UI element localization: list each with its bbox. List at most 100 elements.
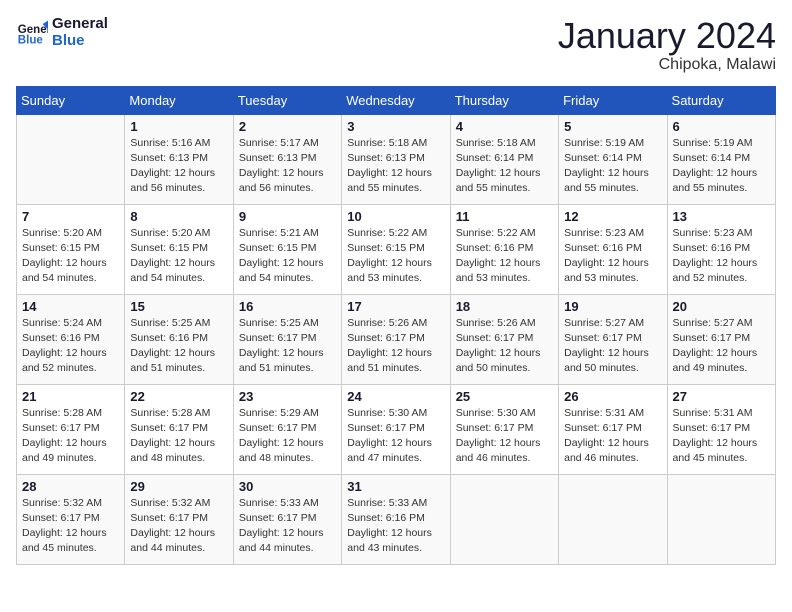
calendar-day-cell: 8Sunrise: 5:20 AM Sunset: 6:15 PM Daylig… — [125, 204, 233, 294]
day-info: Sunrise: 5:20 AM Sunset: 6:15 PM Dayligh… — [22, 226, 119, 287]
day-info: Sunrise: 5:21 AM Sunset: 6:15 PM Dayligh… — [239, 226, 336, 287]
day-number: 30 — [239, 479, 336, 494]
day-info: Sunrise: 5:25 AM Sunset: 6:16 PM Dayligh… — [130, 316, 227, 377]
calendar-day-cell: 13 Sunrise: 5:23 AM Sunset: 6:16 PM Dayli… — [667, 204, 775, 294]
calendar-table: SundayMondayTuesdayWednesdayThursdayFrid… — [16, 86, 776, 565]
calendar-day-cell — [450, 474, 558, 564]
calendar-day-cell: 16Sunrise: 5:25 AM Sunset: 6:17 PM Dayli… — [233, 294, 341, 384]
day-info: Sunrise: 5:28 AM Sunset: 6:17 PM Dayligh… — [22, 406, 119, 467]
day-number: 24 — [347, 389, 444, 404]
day-info: Sunrise: 5:18 AM Sunset: 6:13 PM Dayligh… — [347, 136, 444, 197]
day-info: Sunrise: 5:31 AM Sunset: 6:17 PM Dayligh… — [673, 406, 770, 467]
calendar-day-cell: 6Sunrise: 5:19 AM Sunset: 6:14 PM Daylig… — [667, 114, 775, 204]
day-number: 6 — [673, 119, 770, 134]
calendar-day-cell: 18 Sunrise: 5:26 AM Sunset: 6:17 PM Dayli… — [450, 294, 558, 384]
calendar-day-cell: 24 Sunrise: 5:30 AM Sunset: 6:17 PM Dayli… — [342, 384, 450, 474]
calendar-day-cell: 25 Sunrise: 5:30 AM Sunset: 6:17 PM Dayli… — [450, 384, 558, 474]
calendar-header-cell: Thursday — [450, 86, 558, 114]
calendar-day-cell: 7Sunrise: 5:20 AM Sunset: 6:15 PM Daylig… — [17, 204, 125, 294]
day-number: 5 — [564, 119, 661, 134]
calendar-day-cell: 28Sunrise: 5:32 AM Sunset: 6:17 PM Dayli… — [17, 474, 125, 564]
calendar-header-cell: Saturday — [667, 86, 775, 114]
calendar-body: 1Sunrise: 5:16 AM Sunset: 6:13 PM Daylig… — [17, 114, 776, 564]
day-info: Sunrise: 5:29 AM Sunset: 6:17 PM Dayligh… — [239, 406, 336, 467]
day-number: 31 — [347, 479, 444, 494]
calendar-day-cell: 10 Sunrise: 5:22 AM Sunset: 6:15 PM Dayli… — [342, 204, 450, 294]
svg-text:Blue: Blue — [18, 34, 44, 46]
day-info: Sunrise: 5:25 AM Sunset: 6:17 PM Dayligh… — [239, 316, 336, 377]
day-number: 27 — [673, 389, 770, 404]
logo-line2: Blue — [52, 33, 108, 50]
day-info: Sunrise: 5:23 AM Sunset: 6:16 PM Dayligh… — [673, 226, 770, 287]
day-number: 1 — [130, 119, 227, 134]
day-info: Sunrise: 5:23 AM Sunset: 6:16 PM Dayligh… — [564, 226, 661, 287]
day-info: Sunrise: 5:27 AM Sunset: 6:17 PM Dayligh… — [564, 316, 661, 377]
calendar-week-row: 21 Sunrise: 5:28 AM Sunset: 6:17 PM Dayli… — [17, 384, 776, 474]
calendar-day-cell: 2 Sunrise: 5:17 AM Sunset: 6:13 PM Daylig… — [233, 114, 341, 204]
calendar-day-cell: 12 Sunrise: 5:23 AM Sunset: 6:16 PM Dayli… — [559, 204, 667, 294]
day-info: Sunrise: 5:26 AM Sunset: 6:17 PM Dayligh… — [456, 316, 553, 377]
day-number: 10 — [347, 209, 444, 224]
calendar-day-cell: 26 Sunrise: 5:31 AM Sunset: 6:17 PM Dayli… — [559, 384, 667, 474]
day-number: 9 — [239, 209, 336, 224]
day-info: Sunrise: 5:32 AM Sunset: 6:17 PM Dayligh… — [130, 496, 227, 557]
day-number: 14 — [22, 299, 119, 314]
day-number: 25 — [456, 389, 553, 404]
day-info: Sunrise: 5:17 AM Sunset: 6:13 PM Dayligh… — [239, 136, 336, 197]
calendar-week-row: 1Sunrise: 5:16 AM Sunset: 6:13 PM Daylig… — [17, 114, 776, 204]
calendar-day-cell: 27 Sunrise: 5:31 AM Sunset: 6:17 PM Dayli… — [667, 384, 775, 474]
calendar-day-cell: 15 Sunrise: 5:25 AM Sunset: 6:16 PM Dayli… — [125, 294, 233, 384]
calendar-week-row: 14 Sunrise: 5:24 AM Sunset: 6:16 PM Dayli… — [17, 294, 776, 384]
month-title: January 2024 — [558, 16, 776, 56]
day-info: Sunrise: 5:18 AM Sunset: 6:14 PM Dayligh… — [456, 136, 553, 197]
calendar-day-cell: 30 Sunrise: 5:33 AM Sunset: 6:17 PM Dayli… — [233, 474, 341, 564]
day-number: 15 — [130, 299, 227, 314]
day-info: Sunrise: 5:22 AM Sunset: 6:16 PM Dayligh… — [456, 226, 553, 287]
day-info: Sunrise: 5:24 AM Sunset: 6:16 PM Dayligh… — [22, 316, 119, 377]
calendar-day-cell — [17, 114, 125, 204]
title-block: January 2024 Chipoka, Malawi — [558, 16, 776, 74]
day-number: 13 — [673, 209, 770, 224]
logo-line1: General — [52, 16, 108, 33]
calendar-day-cell: 23Sunrise: 5:29 AM Sunset: 6:17 PM Dayli… — [233, 384, 341, 474]
day-number: 22 — [130, 389, 227, 404]
calendar-day-cell: 29 Sunrise: 5:32 AM Sunset: 6:17 PM Dayli… — [125, 474, 233, 564]
day-number: 17 — [347, 299, 444, 314]
calendar-header-row: SundayMondayTuesdayWednesdayThursdayFrid… — [17, 86, 776, 114]
calendar-day-cell: 22 Sunrise: 5:28 AM Sunset: 6:17 PM Dayli… — [125, 384, 233, 474]
calendar-day-cell — [667, 474, 775, 564]
calendar-day-cell: 11 Sunrise: 5:22 AM Sunset: 6:16 PM Dayli… — [450, 204, 558, 294]
logo: General Blue General Blue — [16, 16, 108, 49]
calendar-day-cell: 14 Sunrise: 5:24 AM Sunset: 6:16 PM Dayli… — [17, 294, 125, 384]
calendar-day-cell: 5Sunrise: 5:19 AM Sunset: 6:14 PM Daylig… — [559, 114, 667, 204]
calendar-header-cell: Monday — [125, 86, 233, 114]
day-info: Sunrise: 5:33 AM Sunset: 6:17 PM Dayligh… — [239, 496, 336, 557]
day-info: Sunrise: 5:22 AM Sunset: 6:15 PM Dayligh… — [347, 226, 444, 287]
day-info: Sunrise: 5:31 AM Sunset: 6:17 PM Dayligh… — [564, 406, 661, 467]
day-info: Sunrise: 5:28 AM Sunset: 6:17 PM Dayligh… — [130, 406, 227, 467]
day-number: 18 — [456, 299, 553, 314]
calendar-day-cell: 4Sunrise: 5:18 AM Sunset: 6:14 PM Daylig… — [450, 114, 558, 204]
day-number: 28 — [22, 479, 119, 494]
day-number: 19 — [564, 299, 661, 314]
day-number: 12 — [564, 209, 661, 224]
day-number: 26 — [564, 389, 661, 404]
calendar-week-row: 28 Sunrise: 5:32 AM Sunset: 6:17 PM Dayli… — [17, 474, 776, 564]
day-info: Sunrise: 5:26 AM Sunset: 6:17 PM Dayligh… — [347, 316, 444, 377]
logo-icon: General Blue — [16, 17, 48, 49]
calendar-day-cell: 19 Sunrise: 5:27 AM Sunset: 6:17 PM Dayli… — [559, 294, 667, 384]
calendar-day-cell: 17 Sunrise: 5:26 AM Sunset: 6:17 PM Dayli… — [342, 294, 450, 384]
day-info: Sunrise: 5:33 AM Sunset: 6:16 PM Dayligh… — [347, 496, 444, 557]
day-number: 11 — [456, 209, 553, 224]
calendar-day-cell: 20Sunrise: 5:27 AM Sunset: 6:17 PM Dayli… — [667, 294, 775, 384]
day-info: Sunrise: 5:30 AM Sunset: 6:17 PM Dayligh… — [347, 406, 444, 467]
calendar-day-cell: 3 Sunrise: 5:18 AM Sunset: 6:13 PM Daylig… — [342, 114, 450, 204]
day-number: 21 — [22, 389, 119, 404]
calendar-day-cell: 1Sunrise: 5:16 AM Sunset: 6:13 PM Daylig… — [125, 114, 233, 204]
calendar-week-row: 7Sunrise: 5:20 AM Sunset: 6:15 PM Daylig… — [17, 204, 776, 294]
day-number: 29 — [130, 479, 227, 494]
calendar-header-cell: Wednesday — [342, 86, 450, 114]
day-number: 2 — [239, 119, 336, 134]
day-info: Sunrise: 5:30 AM Sunset: 6:17 PM Dayligh… — [456, 406, 553, 467]
day-number: 3 — [347, 119, 444, 134]
